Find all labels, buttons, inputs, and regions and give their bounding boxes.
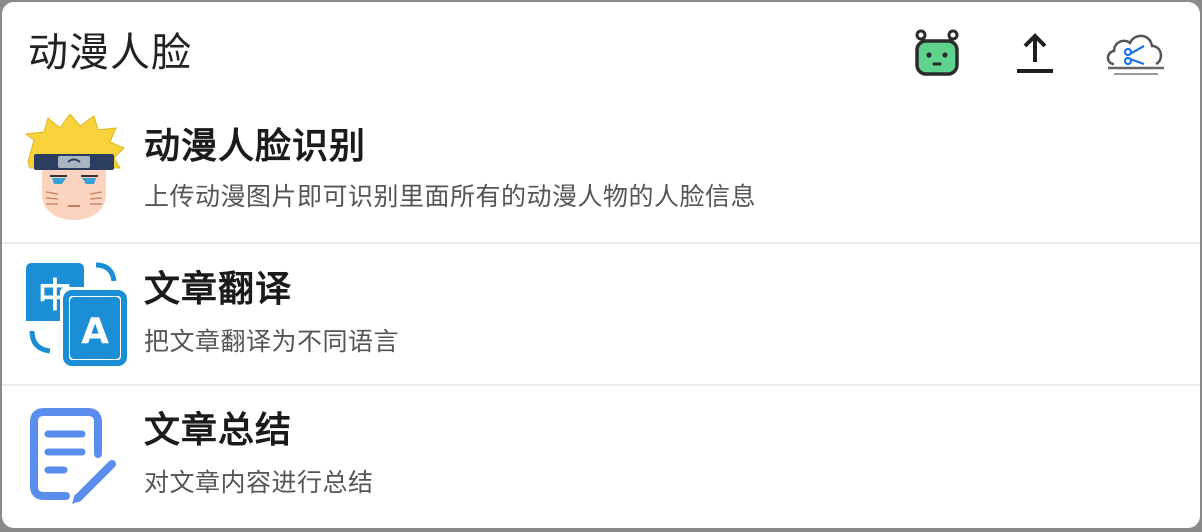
panel-header: 动漫人脸 [2, 2, 1200, 102]
edit-document-icon [20, 400, 128, 508]
item-title: 动漫人脸识别 [144, 126, 367, 167]
page-title: 动漫人脸 [28, 30, 192, 76]
item-description: 把文章翻译为不同语言 [144, 327, 400, 356]
translate-icon: 中 A [20, 259, 128, 367]
svg-text:A: A [81, 311, 109, 352]
item-description: 上传动漫图片即可识别里面所有的动漫人物的人脸信息 [144, 182, 757, 211]
list-item-summary[interactable]: 文章总结 对文章内容进行总结 [2, 386, 1200, 528]
item-title: 文章翻译 [144, 269, 293, 310]
cloud-cut-icon[interactable] [1104, 28, 1168, 78]
item-title: 文章总结 [144, 410, 293, 451]
feature-panel: 动漫人脸 动漫人脸识别 上传动漫图片即可识别里面所有的动漫人物的人脸信息 中 A… [2, 2, 1200, 528]
list-item-translate[interactable]: 中 A 文章翻译 把文章翻译为不同语言 [2, 243, 1200, 385]
upload-icon[interactable] [1010, 28, 1060, 78]
robot-icon[interactable] [912, 28, 962, 78]
item-description: 对文章内容进行总结 [144, 468, 374, 497]
anime-face-icon [20, 114, 128, 222]
list-item-anime-face[interactable]: 动漫人脸识别 上传动漫图片即可识别里面所有的动漫人物的人脸信息 [2, 102, 1200, 242]
